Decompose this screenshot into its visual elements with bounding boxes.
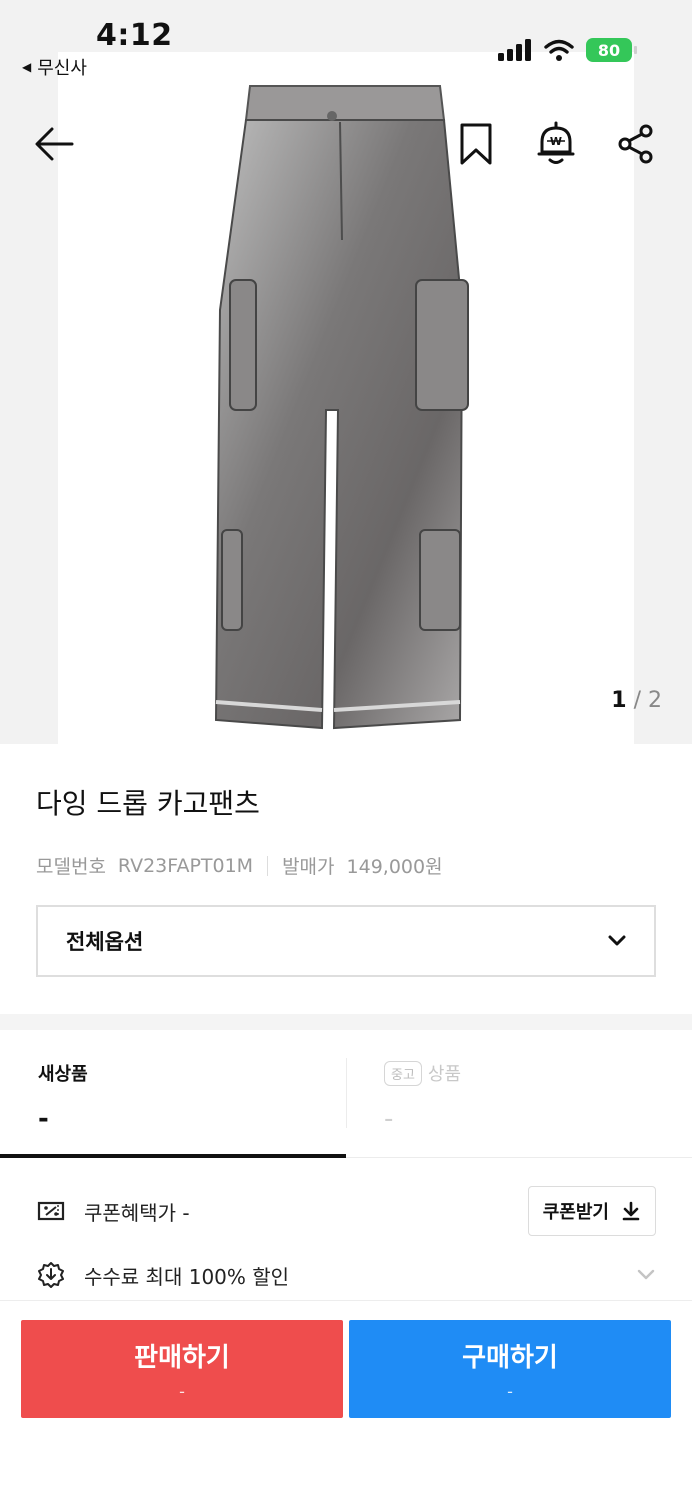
sell-label: 판매하기: [134, 1343, 230, 1373]
back-triangle-icon: ◀: [22, 60, 32, 74]
release-price-value: 149,000원: [346, 856, 443, 878]
tab-new-product[interactable]: 새상품 -: [0, 1030, 346, 1158]
product-meta: 모델번호 RV23FAPT01M 발매가 149,000원: [36, 852, 443, 879]
coupon-icon-wrap: [36, 1196, 66, 1226]
back-to-app-link[interactable]: ◀ 무신사: [22, 54, 87, 80]
status-indicators: 80: [498, 38, 637, 62]
fee-icon-wrap: [36, 1260, 66, 1290]
section-divider: [0, 1014, 692, 1030]
bookmark-button[interactable]: [452, 118, 500, 170]
price-alert-button[interactable]: W: [532, 116, 580, 170]
buy-price: -: [507, 1382, 513, 1401]
battery-level: 80: [597, 40, 621, 60]
fee-discount-icon: [38, 1262, 64, 1288]
get-coupon-label: 쿠폰받기: [542, 1202, 609, 1223]
image-pager: 1 / 2: [611, 688, 662, 713]
coupon-benefit-row: 쿠폰혜택가 - 쿠폰받기: [36, 1186, 656, 1236]
pager-current: 1: [611, 688, 627, 713]
sell-button[interactable]: 판매하기 -: [21, 1320, 343, 1418]
tab-new-price: -: [38, 1104, 49, 1134]
wifi-icon: [544, 39, 574, 61]
coupon-icon: [37, 1201, 65, 1221]
meta-divider: [267, 855, 269, 876]
battery-indicator: 80: [586, 38, 637, 62]
share-icon: [618, 124, 653, 164]
chevron-down-icon: [608, 935, 626, 946]
option-select[interactable]: 전체옵션: [36, 905, 656, 977]
tab-new-label-text: 새상품: [38, 1064, 88, 1085]
cellular-signal-icon: [498, 39, 531, 61]
pager-total: 2: [648, 688, 662, 713]
bottom-divider: [0, 1300, 692, 1301]
tab-used-label-text: 상품: [427, 1064, 462, 1085]
share-button[interactable]: [612, 118, 660, 170]
product-title: 다잉 드롭 카고팬츠: [36, 787, 260, 820]
tab-used-product[interactable]: 중고 상품 -: [346, 1030, 692, 1158]
back-button[interactable]: [28, 118, 80, 170]
chevron-down-icon[interactable]: [636, 1268, 656, 1282]
model-number-value: RV23FAPT01M: [117, 854, 254, 877]
fee-discount-row[interactable]: 수수료 최대 100% 할인: [36, 1252, 656, 1298]
option-select-value: 전체옵션: [66, 930, 144, 954]
pager-separator: /: [633, 688, 641, 713]
back-app-label: 무신사: [37, 58, 87, 79]
cargo-pants-image: [214, 85, 469, 730]
fee-discount-text: 수수료 최대 100% 할인: [84, 1264, 290, 1289]
buy-button[interactable]: 구매하기 -: [349, 1320, 671, 1418]
release-price-label: 발매가: [282, 856, 335, 878]
used-chip: 중고: [384, 1060, 422, 1086]
buy-label: 구매하기: [462, 1343, 558, 1373]
get-coupon-button[interactable]: 쿠폰받기: [527, 1186, 656, 1236]
bookmark-icon: [460, 123, 492, 165]
back-arrow-icon: [35, 127, 74, 161]
coupon-benefit-text: 쿠폰혜택가 -: [84, 1200, 190, 1225]
price-alert-bell-icon: W: [537, 121, 575, 164]
tab-used-label: 중고 상품: [384, 1060, 692, 1086]
tab-used-price: -: [384, 1104, 394, 1134]
tab-new-label: 새상품: [38, 1060, 346, 1086]
download-icon: [622, 1201, 640, 1221]
product-image-area[interactable]: 1 / 2: [0, 0, 692, 744]
status-time: 4:12: [96, 18, 173, 53]
sell-price: -: [179, 1382, 185, 1401]
model-number-label: 모델번호: [36, 856, 106, 878]
status-bar: 4:12 ◀ 무신사 80: [0, 0, 692, 80]
